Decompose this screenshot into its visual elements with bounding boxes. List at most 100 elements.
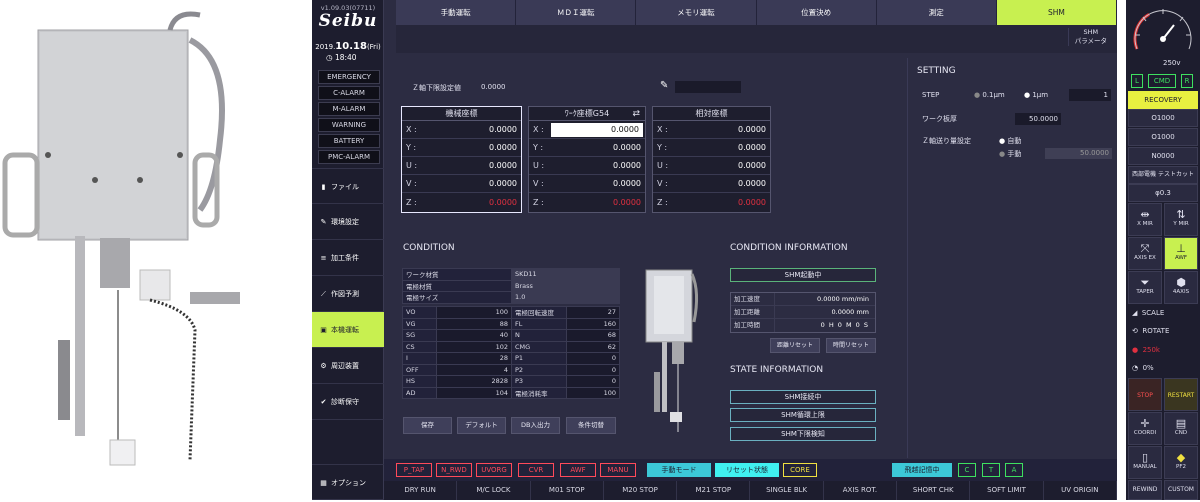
coord-row: V :0.0000 (653, 175, 770, 193)
peripheral-icon: ⚙ (320, 362, 327, 370)
program-o-display: O1000 (1128, 109, 1198, 127)
edit-icon[interactable]: ✎ (660, 80, 668, 91)
zfeed-radio-auto[interactable]: ● 自動 (999, 136, 1021, 146)
axis-exchange-button[interactable]: ⤧ AXIS EX (1128, 237, 1162, 270)
wire-diameter-display: φ0.3 (1128, 184, 1198, 202)
sidebar-item-conditions[interactable]: ≡ 加工条件 (312, 240, 384, 276)
rotate-icon: ⟲ (1132, 327, 1138, 335)
awf-button[interactable]: ⊥ AWF (1164, 237, 1198, 270)
coordi-button[interactable]: ✛ COORDI (1128, 412, 1162, 445)
table-row: 電極サイズ 1.0 (402, 291, 620, 304)
condition-switch-button[interactable]: 条件切替 (566, 417, 616, 434)
zfeed-label: Ｚ軸送り量設定 (922, 137, 971, 145)
tab-manual[interactable]: 手動運転 (396, 0, 517, 25)
grid-icon: ▦ (320, 479, 327, 487)
x-mirror-button[interactable]: ⇹ X MIR (1128, 203, 1162, 236)
sidebar-item-file[interactable]: ▮ ファイル (312, 168, 384, 204)
rewind-button[interactable]: REWIND (1128, 480, 1162, 500)
cnd-button[interactable]: ▤ CND (1164, 412, 1198, 445)
sidebar-item-peripheral[interactable]: ⚙ 周辺装置 (312, 348, 384, 384)
tag-core: CORE (783, 463, 817, 477)
time-display: ◷ 18:40 (326, 53, 357, 62)
dry-run-button[interactable]: DRY RUN (384, 481, 458, 500)
scale-button[interactable]: ◢ SCALE (1132, 305, 1164, 321)
work-thickness-label: ワーク板厚 (922, 115, 957, 123)
sidebar-item-operation[interactable]: ▣ 本機運転 (312, 312, 384, 348)
program-o2-display: O1000 (1128, 128, 1198, 146)
recovery-button[interactable]: RECOVERY (1128, 91, 1198, 109)
tab-positioning[interactable]: 位置決め (756, 0, 877, 25)
y-mirror-button[interactable]: ⇅ Y MIR (1164, 203, 1198, 236)
tab-measure[interactable]: 測定 (876, 0, 997, 25)
manual-icon: ▯ (1141, 451, 1149, 464)
diagnosis-icon: ✔ (320, 398, 327, 406)
alarm-c: C-ALARM (318, 86, 380, 100)
swap-icon[interactable]: ⇄ (632, 107, 640, 121)
scale-icon: ◢ (1132, 309, 1138, 317)
option-button[interactable]: ▦ オプション (312, 464, 384, 500)
r-indicator: R (1181, 74, 1193, 88)
coord-row: U :0.0000 (529, 157, 645, 175)
coord-row: X :0.0000 (402, 121, 521, 139)
wire-icon: ⊥ (1176, 242, 1186, 255)
work-x-input[interactable]: 0.0000 (551, 122, 643, 137)
step-radio-1[interactable]: ● 1μm (1024, 91, 1048, 99)
db-io-button[interactable]: DB入出力 (511, 417, 560, 434)
setting-panel: SETTING STEP ● 0.1μm ● 1μm 1 ワーク板厚 50.00… (907, 58, 1117, 458)
rotate-button[interactable]: ⟲ ROTATE (1132, 323, 1169, 339)
shm-parameter-button[interactable]: SHM パラメータ (1067, 28, 1107, 46)
tab-shm[interactable]: SHM (996, 0, 1118, 25)
sidebar-item-drawing[interactable]: ⟋ 作図予測 (312, 276, 384, 312)
tag-c: C (958, 463, 976, 477)
coord-row: Y :0.0000 (529, 139, 645, 157)
4axis-button[interactable]: ⬢ 4AXIS (1164, 271, 1198, 304)
sidebar-item-diagnosis[interactable]: ✔ 診断保守 (312, 384, 384, 420)
save-button[interactable]: 保存 (403, 417, 452, 434)
left-sidebar: v1.09.03(07711) Seibu 2019.10.18(Fri) ◷ … (312, 0, 384, 500)
time-reset-button[interactable]: 時間リセット (826, 338, 876, 353)
restart-button[interactable]: RESTART (1164, 378, 1198, 411)
table-row: 加工距離 0.0000 mm (731, 306, 875, 319)
z-limit-input[interactable] (675, 81, 741, 93)
table-row: VG 88 FL 160 (402, 317, 620, 330)
zfeed-radio-manual[interactable]: ● 手動 (999, 149, 1021, 159)
mode-tabs: 手動運転 ＭＤＩ運転 メモリ運転 位置決め 測定 SHM (396, 0, 1118, 25)
shm-unit-image (634, 262, 704, 442)
step-radio-01[interactable]: ● 0.1μm (974, 91, 1005, 99)
single-block-button[interactable]: SINGLE BLK (750, 481, 824, 500)
m20-stop-button[interactable]: M20 STOP (604, 481, 678, 500)
sidebar-item-settings[interactable]: ✎ 環境設定 (312, 204, 384, 240)
right-panel: 250v L CMD R RECOVERY O1000 O1000 N0000 … (1126, 0, 1200, 500)
coord-row: U :0.0000 (402, 157, 521, 175)
taper-button[interactable]: ⏷ TAPER (1128, 271, 1162, 304)
tab-memory[interactable]: メモリ運転 (636, 0, 757, 25)
m01-stop-button[interactable]: M01 STOP (531, 481, 604, 500)
main-area: 手動運転 ＭＤＩ運転 メモリ運転 位置決め 測定 SHM SHM パラメータ Ｚ軸… (384, 0, 1118, 500)
uv-origin-button[interactable]: UV ORIGIN (1044, 481, 1117, 500)
m21-stop-button[interactable]: M21 STOP (677, 481, 751, 500)
custom-button[interactable]: CUSTOM (1164, 480, 1198, 500)
stop-button[interactable]: STOP (1128, 378, 1162, 411)
work-coords-title: ﾜｰｸ座標G54 ⇄ (529, 107, 645, 121)
setting-title: SETTING (917, 66, 956, 76)
work-thickness-input[interactable]: 50.0000 (1015, 113, 1061, 125)
pf2-button[interactable]: ◆ PF2 (1164, 446, 1198, 479)
tab-mdi[interactable]: ＭＤＩ運転 (516, 0, 637, 25)
step-value-input[interactable]: 1 (1069, 89, 1111, 101)
axis-rot-button[interactable]: AXIS ROT. (824, 481, 898, 500)
soft-limit-button[interactable]: SOFT LIMIT (970, 481, 1044, 500)
mc-lock-button[interactable]: M/C LOCK (457, 481, 531, 500)
seibu-logo: Seibu (318, 11, 378, 31)
program-name-display: 西部電機 テストカット (1128, 166, 1198, 184)
drop-icon: ● (1132, 346, 1139, 354)
table-row: AD 104 電極消耗率 100 (402, 386, 620, 399)
manual-button[interactable]: ▯ MANUAL (1128, 446, 1162, 479)
short-chk-button[interactable]: SHORT CHK (897, 481, 971, 500)
axis-exchange-icon: ⤧ (1140, 242, 1150, 255)
distance-reset-button[interactable]: 距離リセット (770, 338, 820, 353)
default-button[interactable]: デフォルト (457, 417, 506, 434)
zfeed-manual-input[interactable]: 50.0000 (1045, 148, 1112, 159)
coord-row: U :0.0000 (653, 157, 770, 175)
coord-row: V :0.0000 (529, 175, 645, 193)
machine-coords-title: 機械座標 (402, 107, 521, 121)
